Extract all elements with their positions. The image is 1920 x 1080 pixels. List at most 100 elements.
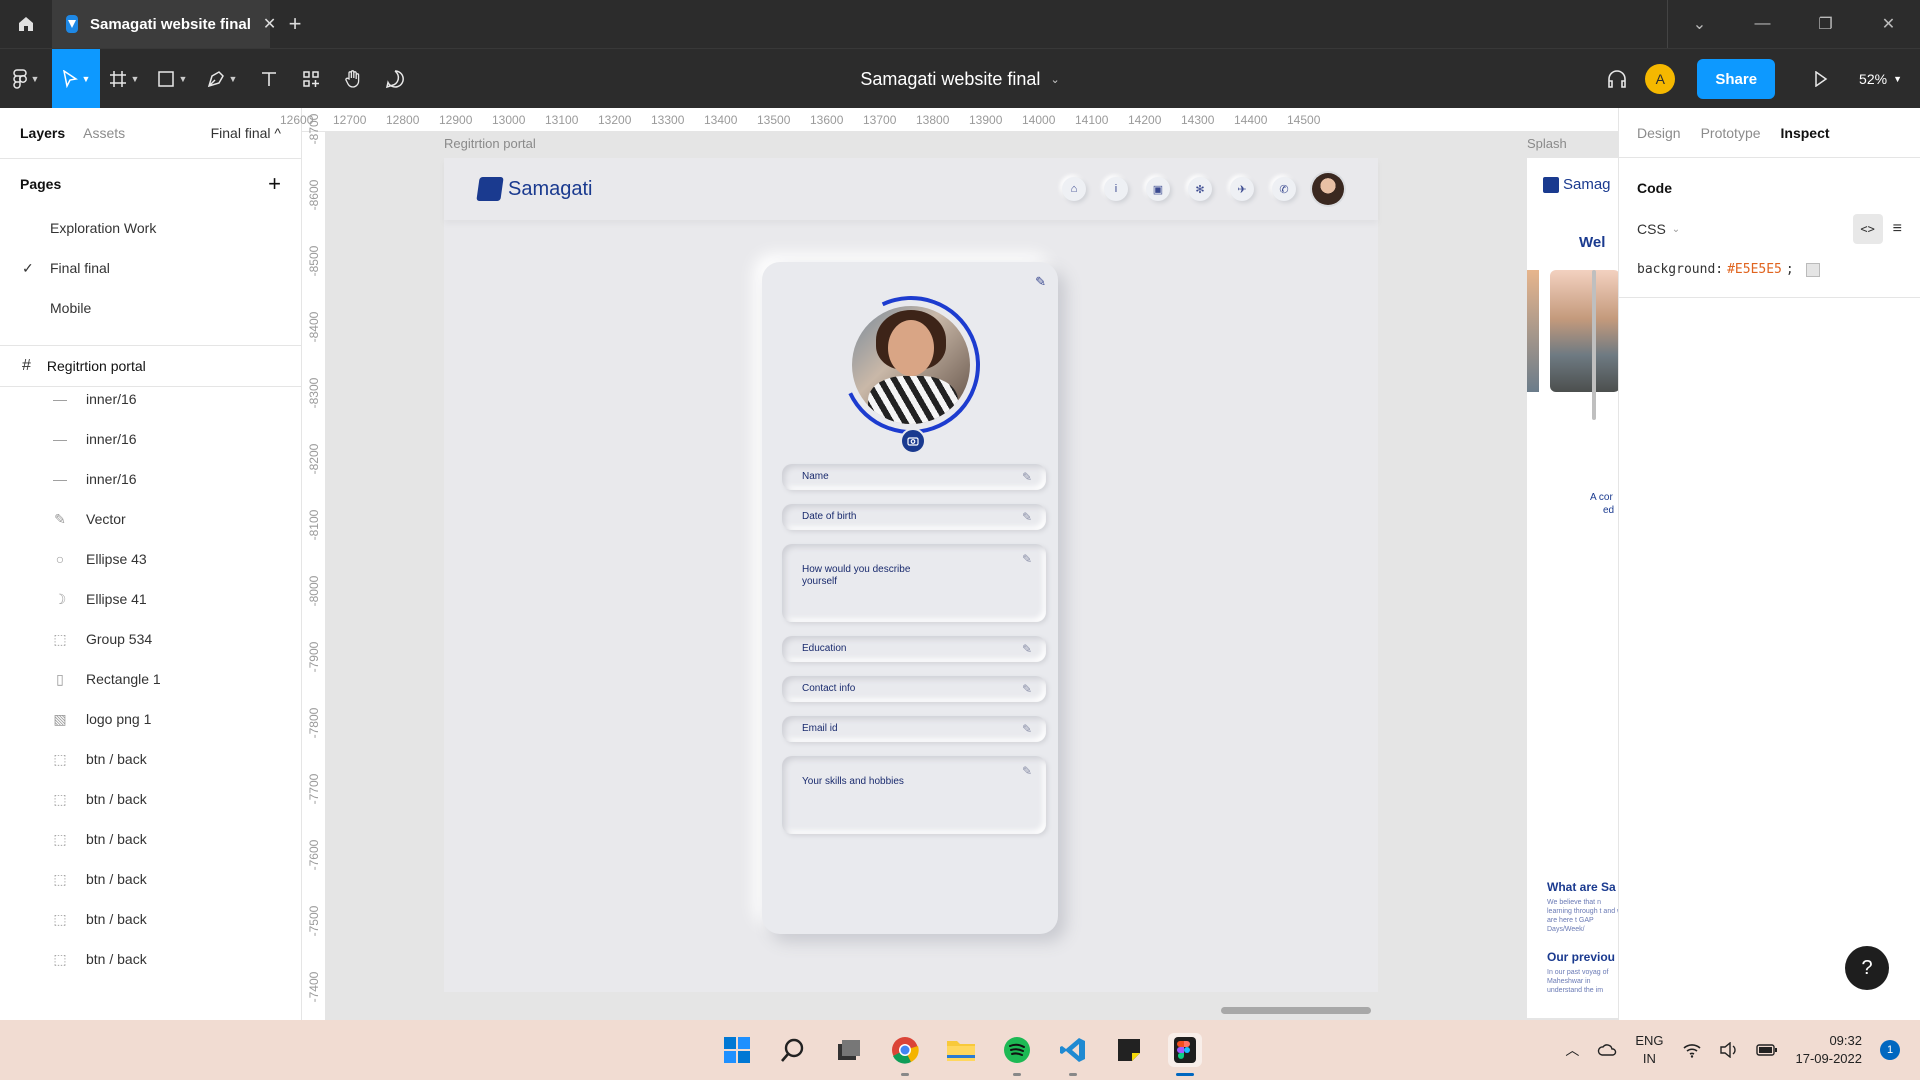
new-tab-button[interactable]: +	[270, 0, 320, 48]
language-select[interactable]: CSS	[1637, 221, 1666, 237]
resources-tool[interactable]	[290, 49, 332, 109]
share-button[interactable]: Share	[1697, 59, 1776, 99]
profile-field[interactable]: Your skills and hobbies ✎	[782, 756, 1046, 834]
profile-field[interactable]: Email id ✎	[782, 716, 1046, 742]
profile-field[interactable]: How would you describe yourself ✎	[782, 544, 1046, 622]
notification-badge[interactable]: 1	[1880, 1040, 1900, 1060]
edit-pencil-icon[interactable]: ✎	[1022, 642, 1032, 656]
page-item[interactable]: ✓ Final final	[0, 248, 301, 288]
tab-inspect[interactable]: Inspect	[1781, 125, 1830, 141]
home-button[interactable]	[0, 0, 52, 48]
design-canvas[interactable]: Regitrtion portal Splash Samagati ⌂ i ▣ ✻ ✈ ✆…	[326, 132, 1618, 1020]
page-selector[interactable]: Final final ^	[211, 125, 281, 141]
layer-item[interactable]: ⬚ btn / back	[0, 739, 301, 779]
search-button[interactable]	[776, 1033, 810, 1067]
layer-item[interactable]: ⬚ Group 534	[0, 619, 301, 659]
hand-tool[interactable]	[332, 49, 374, 109]
profile-field[interactable]: Education ✎	[782, 636, 1046, 662]
layer-item[interactable]: ⬚ btn / back	[0, 859, 301, 899]
main-menu-button[interactable]: ▼	[0, 49, 52, 109]
edit-pencil-icon[interactable]: ✎	[1022, 470, 1032, 484]
splash-frame[interactable]: Samag Wel A cor ed What are Sa We believ…	[1527, 158, 1618, 1018]
site-logo[interactable]: Samagati	[476, 177, 593, 201]
list-view-icon[interactable]: ≡	[1893, 220, 1902, 238]
chevron-down-icon[interactable]: ⌄	[1672, 224, 1680, 235]
pen-tool[interactable]: ▼	[196, 49, 248, 109]
profile-field[interactable]: Date of birth ✎	[782, 504, 1046, 530]
edit-pencil-icon[interactable]: ✎	[1022, 510, 1032, 524]
chevron-up-icon[interactable]: ︿	[1565, 1040, 1579, 1060]
minimize-icon[interactable]: —	[1731, 0, 1794, 48]
layer-item[interactable]: ✎ Vector	[0, 499, 301, 539]
vscode-app[interactable]	[1056, 1033, 1090, 1076]
battery-icon[interactable]	[1755, 1043, 1778, 1057]
layer-item[interactable]: ○ Ellipse 43	[0, 539, 301, 579]
community-icon[interactable]: ✻	[1188, 177, 1212, 201]
figma-app[interactable]	[1168, 1033, 1202, 1076]
shape-tool[interactable]: ▼	[148, 49, 196, 109]
volume-icon[interactable]	[1719, 1042, 1738, 1058]
layer-item[interactable]: ▧ logo png 1	[0, 699, 301, 739]
code-view-icon[interactable]: <>	[1852, 214, 1883, 244]
edit-pencil-icon[interactable]: ✎	[1022, 552, 1032, 566]
document-tab[interactable]: Samagati website final ✕	[52, 0, 276, 48]
camera-icon[interactable]	[900, 428, 926, 454]
close-window-icon[interactable]: ✕	[1857, 0, 1920, 48]
edit-pencil-icon[interactable]: ✎	[1035, 274, 1046, 290]
layer-item[interactable]: ☽ Ellipse 41	[0, 579, 301, 619]
layer-item[interactable]: — inner/16	[0, 379, 301, 419]
task-view-button[interactable]	[832, 1033, 866, 1067]
help-button[interactable]: ?	[1845, 946, 1889, 990]
start-button[interactable]	[720, 1033, 754, 1067]
tab-design[interactable]: Design	[1637, 125, 1681, 141]
gallery-icon[interactable]: ▣	[1146, 177, 1170, 201]
wifi-icon[interactable]	[1682, 1042, 1702, 1058]
chevron-down-icon: ⌄	[1050, 73, 1060, 86]
frame-label[interactable]: Regitrtion portal	[444, 136, 536, 151]
tab-prototype[interactable]: Prototype	[1701, 125, 1761, 141]
splash-frame-label[interactable]: Splash	[1527, 136, 1567, 151]
profile-avatar[interactable]	[1312, 173, 1344, 205]
page-item[interactable]: Exploration Work	[0, 208, 301, 248]
profile-field[interactable]: Contact info ✎	[782, 676, 1046, 702]
layer-item[interactable]: ⬚ btn / back	[0, 819, 301, 859]
clock[interactable]: 09:32 17-09-2022	[1796, 1032, 1863, 1068]
sticky-notes-app[interactable]	[1112, 1033, 1146, 1067]
spotify-app[interactable]	[1000, 1033, 1034, 1076]
css-code[interactable]: background: #E5E5E5;	[1619, 244, 1920, 298]
layer-item[interactable]: ▯ Rectangle 1	[0, 659, 301, 699]
text-tool[interactable]	[248, 49, 290, 109]
home-icon[interactable]: ⌂	[1062, 177, 1086, 201]
phone-icon[interactable]: ✆	[1272, 177, 1296, 201]
profile-field[interactable]: Name ✎	[782, 464, 1046, 490]
travel-icon[interactable]: ✈	[1230, 177, 1254, 201]
tab-assets[interactable]: Assets	[83, 125, 125, 141]
layer-item[interactable]: ⬚ btn / back	[0, 939, 301, 979]
add-page-icon[interactable]: +	[268, 171, 281, 197]
file-explorer-app[interactable]	[944, 1033, 978, 1067]
zoom-menu[interactable]: 52% ▼	[1839, 71, 1920, 87]
language-indicator[interactable]: ENG IN	[1635, 1032, 1663, 1068]
edit-pencil-icon[interactable]: ✎	[1022, 682, 1032, 696]
layer-item[interactable]: — inner/16	[0, 419, 301, 459]
edit-pencil-icon[interactable]: ✎	[1022, 722, 1032, 736]
layer-item[interactable]: ⬚ btn / back	[0, 779, 301, 819]
canvas-scrollbar[interactable]	[1221, 1007, 1371, 1014]
move-tool[interactable]: ▼	[52, 48, 100, 109]
present-button[interactable]	[1803, 49, 1839, 109]
tab-layers[interactable]: Layers	[20, 125, 65, 141]
layer-item[interactable]: — inner/16	[0, 459, 301, 499]
restore-icon[interactable]: ❐	[1794, 0, 1857, 48]
layer-item[interactable]: ⬚ btn / back	[0, 899, 301, 939]
onedrive-icon[interactable]	[1597, 1043, 1617, 1057]
edit-pencil-icon[interactable]: ✎	[1022, 764, 1032, 778]
comment-tool[interactable]	[374, 49, 416, 109]
registration-portal-frame[interactable]: Samagati ⌂ i ▣ ✻ ✈ ✆ ✎ Name ✎ Date of birth ✎ How…	[444, 158, 1378, 992]
chrome-app[interactable]	[888, 1033, 922, 1076]
info-icon[interactable]: i	[1104, 177, 1128, 201]
frame-tool[interactable]: ▼	[100, 49, 148, 109]
user-avatar[interactable]: A	[1645, 64, 1676, 94]
audio-button[interactable]	[1589, 49, 1645, 109]
page-item[interactable]: Mobile	[0, 288, 301, 328]
dropdown-icon[interactable]: ⌄	[1668, 0, 1731, 48]
